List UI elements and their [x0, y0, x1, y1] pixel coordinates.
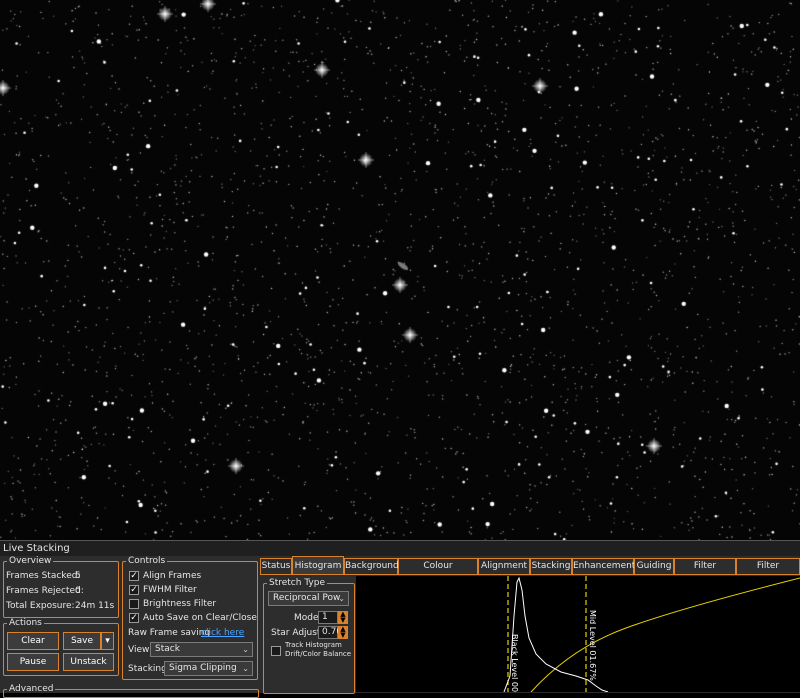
view-select[interactable]: Stack ⌄ [150, 642, 253, 657]
star-adjust-label: Star Adjust [271, 628, 321, 638]
save-dropdown-button[interactable]: ▾ [101, 632, 114, 650]
mid-level-label: Mid Level 01.67% [588, 610, 597, 681]
auto-save-checkbox[interactable]: ✓ [129, 613, 139, 623]
total-exposure-label: Total Exposure: [6, 601, 75, 611]
view-label: View [128, 645, 150, 655]
chevron-down-icon: ⌄ [242, 664, 249, 673]
total-exposure-value: 24m 11s [75, 601, 115, 611]
pause-button[interactable]: Pause [7, 653, 59, 671]
stacking-select[interactable]: Sigma Clipping ⌄ [164, 661, 253, 676]
track-histogram-checkbox[interactable] [271, 646, 281, 656]
stretch-type-select[interactable]: Reciprocal Pow ⌄ [268, 591, 349, 606]
black-level-label: Black Level 00.1 [510, 634, 519, 692]
auto-save-label: Auto Save on Clear/Close [143, 613, 257, 623]
frames-stacked-label: Frames Stacked: [6, 571, 81, 581]
fwhm-filter-checkbox[interactable]: ✓ [129, 585, 139, 595]
star-adjust-input[interactable]: 0.70 [318, 626, 342, 639]
save-button[interactable]: Save [63, 632, 101, 650]
tab-alignment[interactable]: Alignment [478, 558, 530, 574]
check-icon: ✓ [130, 613, 138, 623]
tab-enhancement[interactable]: Enhancement [572, 558, 635, 574]
track-histogram-label: Track Histogram [285, 641, 342, 649]
raw-frame-saving-link[interactable]: click here [201, 627, 244, 639]
tab-status[interactable]: Status [260, 558, 292, 574]
mode-label: Mode [294, 613, 319, 623]
chevron-down-icon: ⌄ [338, 594, 345, 603]
overview-legend: Overview [9, 556, 52, 566]
advanced-group[interactable]: Advanced [3, 684, 259, 698]
unstack-button[interactable]: Unstack [63, 653, 114, 671]
drift-balance-label: Drift/Color Balance [285, 650, 352, 658]
panel-title: Live Stacking [0, 541, 800, 556]
tab-filter-fwhm[interactable]: Filter (FWHM) [674, 558, 736, 586]
check-icon: ✓ [130, 585, 138, 595]
histogram-plot[interactable]: Black Level 00.1 Mid Level 01.67% [356, 576, 800, 692]
mode-input[interactable]: 1 [318, 611, 338, 624]
frames-rejected-label: Frames Rejected: [6, 586, 84, 596]
actions-legend: Actions [9, 618, 42, 628]
align-frames-checkbox[interactable]: ✓ [129, 571, 139, 581]
tab-stacking[interactable]: Stacking [530, 558, 572, 574]
tab-colour-calibration[interactable]: Colour Calibration [398, 558, 478, 586]
frames-rejected-value: 0 [75, 586, 81, 596]
clear-button[interactable]: Clear [7, 632, 59, 650]
tab-guiding[interactable]: Guiding [634, 558, 674, 574]
tab-histogram[interactable]: Histogram [292, 556, 344, 574]
fwhm-filter-label: FWHM Filter [143, 585, 197, 595]
stretch-type-legend: Stretch Type [269, 578, 325, 588]
brightness-filter-checkbox[interactable] [129, 599, 139, 609]
chevron-down-icon: ⌄ [242, 645, 249, 654]
brightness-filter-label: Brightness Filter [143, 599, 217, 609]
controls-legend: Controls [128, 556, 166, 566]
check-icon: ✓ [130, 571, 138, 581]
advanced-legend: Advanced [9, 684, 54, 694]
chevron-down-icon: ▾ [105, 636, 110, 646]
tab-filter-brightness[interactable]: Filter (Brightne [736, 558, 800, 586]
spinner-arrows-icon[interactable]: ▲ ▼ [338, 626, 348, 639]
tab-background[interactable]: Background [344, 558, 399, 574]
raw-frame-saving-label: Raw Frame saving [128, 628, 211, 638]
stacked-image-view[interactable] [0, 0, 800, 540]
spinner-arrows-icon[interactable]: ▲ ▼ [338, 611, 348, 624]
frames-stacked-value: 5 [75, 571, 81, 581]
align-frames-label: Align Frames [143, 571, 202, 581]
stacking-label: Stacking [128, 664, 167, 674]
